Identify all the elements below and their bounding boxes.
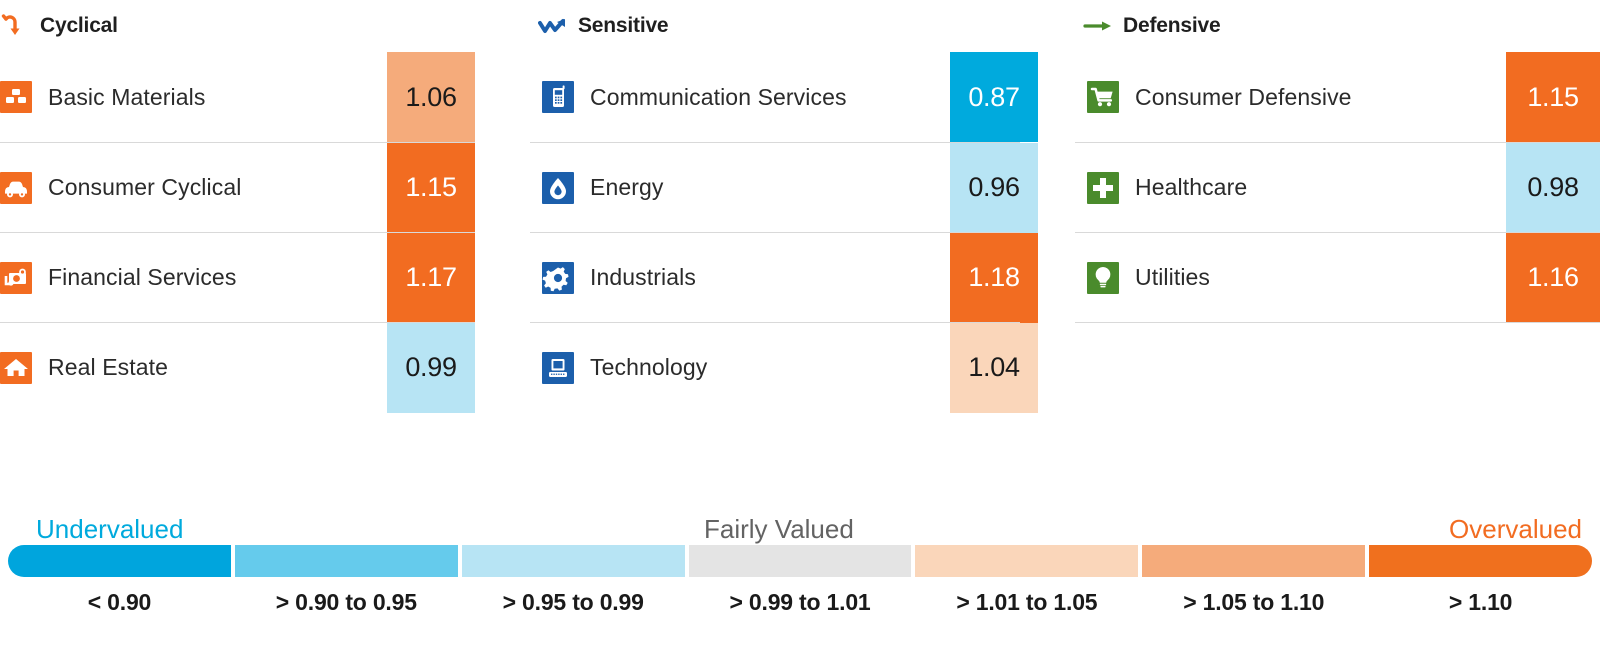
legend-range-labels: < 0.90 > 0.90 to 0.95 > 0.95 to 0.99 > 0… bbox=[8, 589, 1592, 616]
sector-label: Real Estate bbox=[48, 354, 168, 380]
value-chip: 1.17 bbox=[387, 232, 475, 323]
shopping-cart-icon bbox=[1087, 81, 1119, 113]
table-row[interactable]: Healthcare 0.98 bbox=[1075, 142, 1600, 233]
legend-label-overvalued: Overvalued bbox=[1449, 514, 1582, 544]
sector-label: Energy bbox=[590, 174, 664, 200]
sector-label: Consumer Defensive bbox=[1135, 83, 1352, 110]
sector-label: Financial Services bbox=[48, 264, 237, 290]
legend-swatch bbox=[8, 545, 231, 577]
table-row[interactable]: Consumer Defensive 1.15 bbox=[1075, 52, 1600, 142]
table-row[interactable]: Communication Services 0.87 bbox=[530, 52, 1038, 142]
legend-range: > 1.01 to 1.05 bbox=[956, 589, 1098, 615]
value-chip: 0.99 bbox=[387, 322, 475, 413]
group-header-cyclical: Cyclical bbox=[0, 0, 475, 52]
legend-swatch bbox=[915, 545, 1139, 577]
group-title: Sensitive bbox=[578, 14, 669, 37]
table-row[interactable]: Technology 1.04 bbox=[530, 322, 1038, 413]
value-chip: 1.16 bbox=[1506, 232, 1600, 323]
legend-range: > 0.90 to 0.95 bbox=[275, 589, 417, 615]
value-chip: 1.15 bbox=[1506, 52, 1600, 142]
legend-range: > 1.10 bbox=[1448, 589, 1513, 615]
group-column-cyclical: Cyclical Basic Materials 1.06 Consumer C… bbox=[0, 0, 475, 413]
value-chip: 1.04 bbox=[950, 322, 1038, 413]
value-chip: 0.98 bbox=[1506, 142, 1600, 233]
table-row[interactable]: Industrials 1.18 bbox=[530, 232, 1038, 323]
legend-swatch bbox=[688, 545, 912, 577]
lightbulb-icon bbox=[1087, 261, 1119, 294]
sector-label: Communication Services bbox=[590, 83, 847, 110]
money-icon bbox=[0, 261, 32, 294]
group-title: Cyclical bbox=[40, 14, 118, 37]
bricks-icon bbox=[0, 81, 32, 113]
table-row[interactable]: Energy 0.96 bbox=[530, 142, 1038, 233]
straight-arrow-icon bbox=[1083, 13, 1117, 39]
legend-endpoint-labels: Undervalued Fairly Valued Overvalued bbox=[8, 505, 1592, 545]
table-row[interactable]: Basic Materials 1.06 bbox=[0, 52, 475, 142]
sector-rows-sensitive: Communication Services 0.87 Energy 0.96 bbox=[530, 52, 1038, 413]
sector-valuation-heatmap: Cyclical Basic Materials 1.06 Consumer C… bbox=[0, 0, 1600, 660]
car-icon bbox=[0, 171, 32, 204]
legend-swatch bbox=[1369, 545, 1593, 577]
legend-swatch bbox=[234, 545, 458, 577]
value-chip: 1.15 bbox=[387, 142, 475, 233]
group-column-defensive: Defensive Consumer Defensive 1.15 Health… bbox=[1075, 0, 1600, 323]
group-title: Defensive bbox=[1123, 14, 1221, 37]
sector-rows-cyclical: Basic Materials 1.06 Consumer Cyclical 1… bbox=[0, 52, 475, 413]
table-row[interactable]: Real Estate 0.99 bbox=[0, 322, 475, 413]
computer-icon bbox=[542, 351, 574, 384]
value-chip: 0.96 bbox=[950, 142, 1038, 233]
gear-icon bbox=[542, 261, 574, 294]
legend-label-undervalued: Undervalued bbox=[36, 514, 184, 544]
sector-label: Healthcare bbox=[1135, 174, 1248, 200]
sector-label: Industrials bbox=[590, 264, 696, 290]
legend-swatch bbox=[461, 545, 685, 577]
group-header-defensive: Defensive bbox=[1075, 0, 1600, 52]
legend-range: > 0.99 to 1.01 bbox=[729, 589, 871, 615]
value-chip: 1.06 bbox=[387, 52, 475, 142]
value-chip: 0.87 bbox=[950, 52, 1038, 142]
legend-label-fairly-valued: Fairly Valued bbox=[704, 514, 854, 544]
legend-range: > 0.95 to 0.99 bbox=[502, 589, 644, 615]
valuation-legend: Undervalued Fairly Valued Overvalued < 0… bbox=[8, 505, 1593, 616]
cyclical-arrow-icon bbox=[0, 13, 34, 39]
legend-swatch bbox=[1142, 545, 1366, 577]
sector-rows-defensive: Consumer Defensive 1.15 Healthcare 0.98 bbox=[1075, 52, 1600, 323]
legend-range: < 0.90 bbox=[87, 589, 152, 615]
value-chip: 1.18 bbox=[950, 232, 1038, 323]
table-row[interactable]: Consumer Cyclical 1.15 bbox=[0, 142, 475, 233]
mobile-phone-icon bbox=[542, 81, 574, 113]
flame-drop-icon bbox=[542, 171, 574, 204]
sector-label: Utilities bbox=[1135, 264, 1211, 290]
table-row-empty bbox=[1075, 322, 1600, 323]
group-header-sensitive: Sensitive bbox=[530, 0, 1020, 52]
table-row[interactable]: Financial Services 1.17 bbox=[0, 232, 475, 323]
house-icon bbox=[0, 351, 32, 384]
sector-label: Technology bbox=[590, 354, 708, 380]
zigzag-arrow-icon bbox=[538, 13, 572, 39]
table-row[interactable]: Utilities 1.16 bbox=[1075, 232, 1600, 323]
sector-label: Consumer Cyclical bbox=[48, 174, 242, 200]
medical-cross-icon bbox=[1087, 171, 1119, 204]
legend-color-bar bbox=[8, 545, 1593, 577]
legend-range: > 1.05 to 1.10 bbox=[1183, 589, 1325, 615]
group-column-sensitive: Sensitive Communication Services 0.87 En… bbox=[530, 0, 1038, 413]
sector-label: Basic Materials bbox=[48, 83, 206, 110]
